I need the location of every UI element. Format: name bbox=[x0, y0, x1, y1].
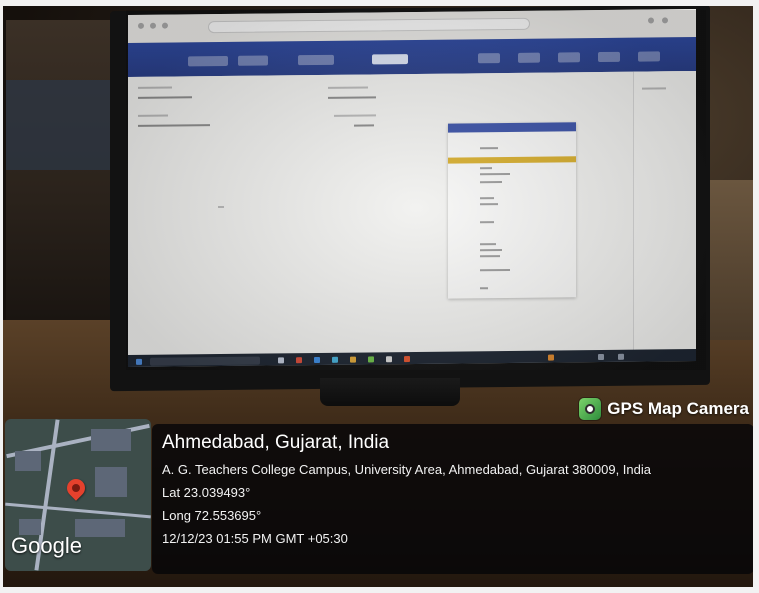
menu-item bbox=[480, 181, 502, 184]
gps-app-badge: GPS Map Camera bbox=[579, 398, 749, 420]
background-wall bbox=[6, 20, 126, 320]
taskbar-icon bbox=[386, 356, 392, 363]
start-icon bbox=[136, 358, 142, 365]
app-tab bbox=[518, 52, 540, 63]
address-bar bbox=[208, 17, 530, 34]
tray-icon bbox=[618, 353, 624, 360]
app-content bbox=[128, 71, 696, 357]
app-tab bbox=[598, 51, 620, 63]
menu-item bbox=[480, 221, 494, 224]
right-side-panel bbox=[633, 71, 696, 352]
location-title: Ahmedabad, Gujarat, India bbox=[162, 432, 390, 453]
text-line bbox=[138, 96, 192, 99]
tray-icon bbox=[598, 353, 604, 361]
menu-item bbox=[480, 243, 496, 246]
app-tab bbox=[478, 53, 500, 64]
dropdown-menu bbox=[448, 122, 576, 299]
menu-item bbox=[480, 197, 494, 200]
map-thumbnail: Google bbox=[5, 419, 151, 571]
menu-item bbox=[480, 268, 510, 272]
menu-item bbox=[480, 147, 498, 150]
menu-item bbox=[480, 255, 500, 258]
taskbar-icon bbox=[368, 356, 374, 363]
app-tab bbox=[238, 55, 268, 66]
text-line bbox=[328, 86, 368, 89]
taskbar-icon bbox=[278, 357, 284, 364]
text-line bbox=[354, 124, 374, 127]
app-tab bbox=[638, 51, 660, 62]
menu-item bbox=[480, 249, 502, 252]
gps-app-name: GPS Map Camera bbox=[607, 399, 749, 418]
map-attribution: Google bbox=[11, 533, 82, 558]
app-tab bbox=[298, 54, 334, 66]
taskbar-icon bbox=[332, 356, 338, 363]
gps-camera-icon bbox=[579, 398, 602, 420]
dropdown-highlighted-item bbox=[448, 156, 576, 164]
text-line bbox=[138, 86, 172, 89]
forward-icon bbox=[150, 22, 156, 29]
text-line bbox=[138, 124, 210, 127]
app-tab bbox=[188, 55, 228, 67]
menu-item bbox=[480, 203, 498, 206]
app-tab bbox=[558, 52, 580, 63]
address-line: A. G. Teachers College Campus, Universit… bbox=[162, 462, 651, 477]
text-line bbox=[642, 87, 666, 90]
taskbar-icon bbox=[350, 356, 356, 363]
latitude-line: Lat 23.039493° bbox=[162, 485, 251, 500]
cursor-mark bbox=[218, 205, 224, 209]
menu-item bbox=[480, 287, 488, 290]
taskbar-search bbox=[150, 356, 260, 366]
browser-menu-icon bbox=[648, 17, 654, 24]
text-line bbox=[334, 114, 376, 117]
menu-item bbox=[480, 167, 492, 170]
monitor-stand bbox=[320, 378, 460, 406]
reload-icon bbox=[162, 22, 168, 29]
menu-item bbox=[480, 172, 510, 176]
text-line bbox=[328, 96, 376, 99]
background-shelf bbox=[6, 80, 116, 170]
taskbar-icon bbox=[296, 357, 302, 364]
longitude-line: Long 72.553695° bbox=[162, 508, 262, 523]
text-line bbox=[138, 114, 168, 117]
back-icon bbox=[138, 22, 144, 29]
weather-icon bbox=[548, 354, 554, 361]
app-tab-active bbox=[372, 54, 408, 65]
taskbar-icon bbox=[314, 356, 320, 364]
monitor-screen bbox=[128, 9, 696, 367]
taskbar-icon bbox=[404, 356, 410, 363]
location-info-panel: Ahmedabad, Gujarat, India A. G. Teachers… bbox=[152, 424, 754, 574]
dropdown-header bbox=[448, 122, 576, 133]
datetime-line: 12/12/23 01:55 PM GMT +05:30 bbox=[162, 531, 348, 546]
browser-profile-icon bbox=[662, 17, 668, 24]
